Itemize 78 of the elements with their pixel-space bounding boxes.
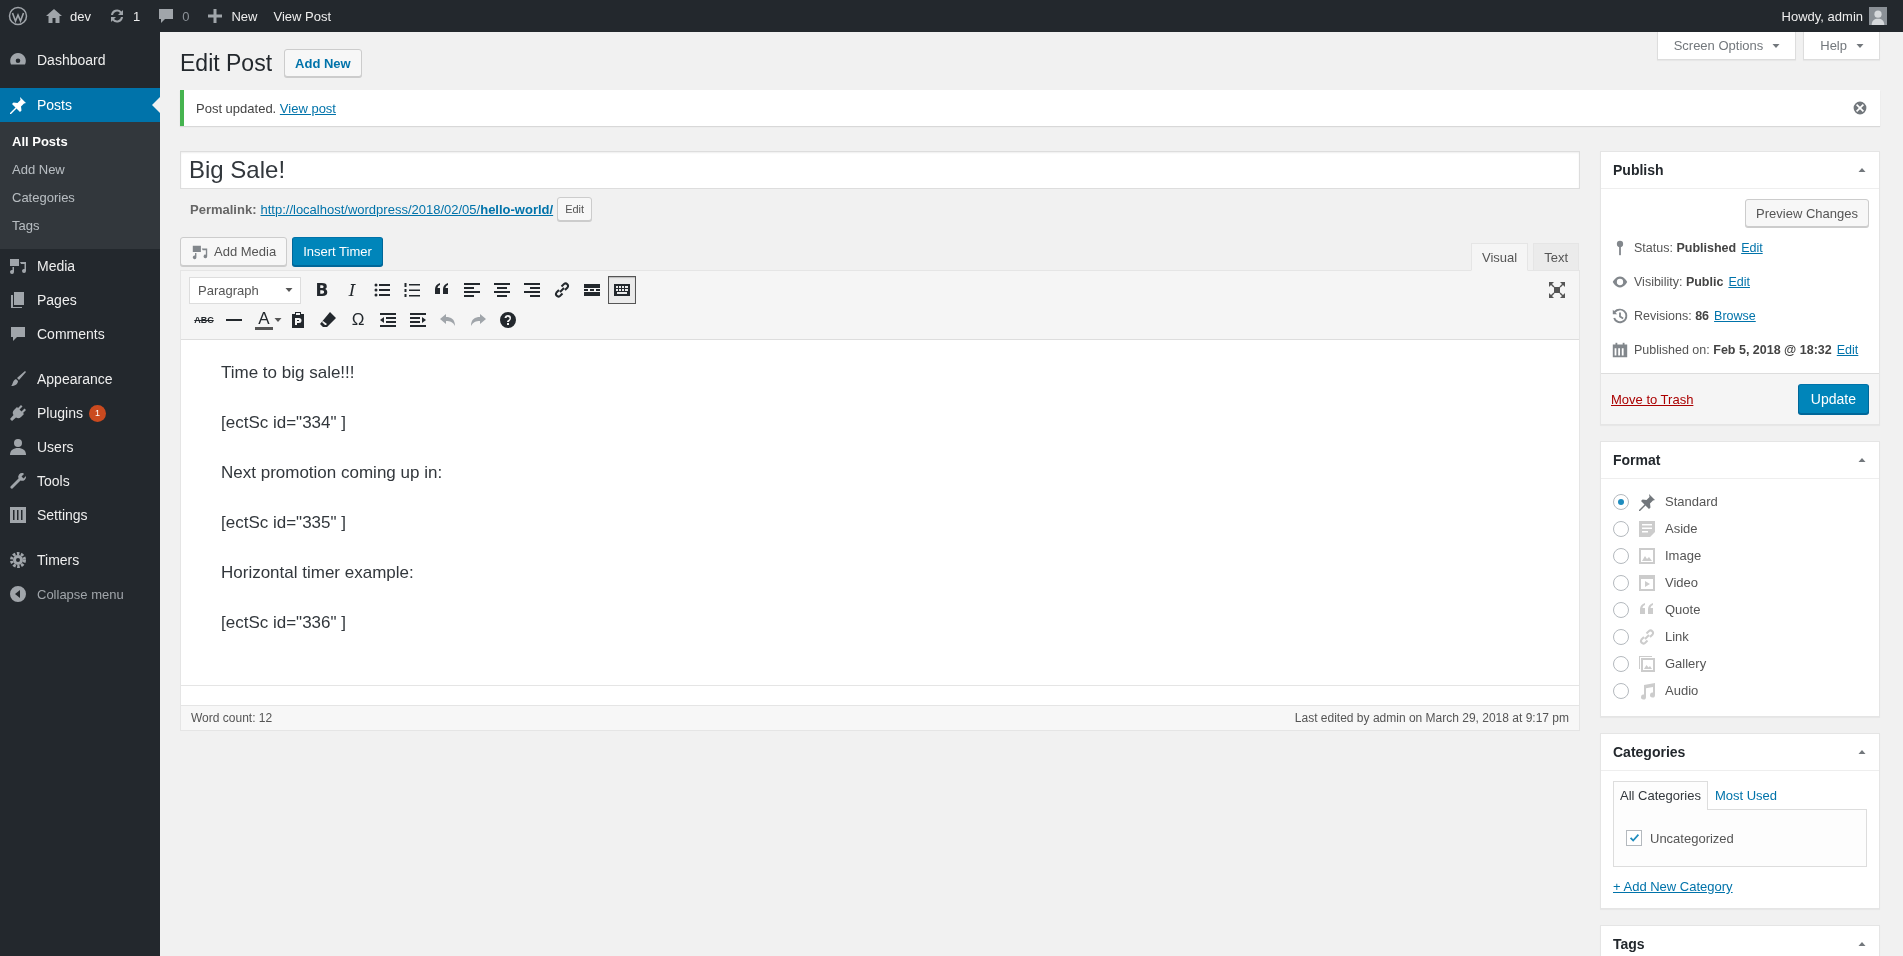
italic-button[interactable]: I — [337, 276, 367, 304]
text-color-button[interactable]: A — [249, 306, 279, 334]
format-label: Gallery — [1665, 656, 1707, 671]
update-button[interactable]: Update — [1797, 384, 1869, 414]
preview-changes-button[interactable]: Preview Changes — [1745, 199, 1869, 227]
add-media-button[interactable]: Add Media — [180, 237, 288, 266]
updates-link[interactable]: 1 — [98, 0, 149, 32]
format-label: Link — [1665, 629, 1689, 644]
publish-detail: Status: Published — [1634, 241, 1737, 255]
sidebar-item[interactable]: Comments — [0, 317, 160, 351]
publish-detail-link[interactable]: Edit — [1741, 241, 1763, 255]
publish-detail: Published on: Feb 5, 2018 @ 18:32 — [1634, 343, 1832, 357]
move-to-trash-link[interactable]: Move to Trash — [1611, 391, 1694, 407]
publish-detail: Revisions: 86 — [1634, 309, 1710, 323]
category-tab[interactable]: Most Used — [1707, 781, 1785, 809]
site-name-link[interactable]: dev — [36, 0, 99, 32]
sidebar-item[interactable]: Media — [0, 249, 160, 283]
category-tab[interactable]: All Categories — [1613, 781, 1708, 810]
box-title: Publish — [1613, 162, 1664, 178]
collapse-menu-button[interactable]: Collapse menu — [0, 577, 160, 611]
publish-detail-link[interactable]: Edit — [1728, 275, 1750, 289]
paragraph-text: [ectSc id="335" ] — [221, 512, 347, 534]
paragraph-text: Next promotion coming up in: — [221, 462, 444, 484]
sidebar-item[interactable]: Pages — [0, 283, 160, 317]
account-menu[interactable]: Howdy, admin — [1773, 0, 1895, 32]
format-label: Video — [1665, 575, 1698, 590]
sidebar-item[interactable]: Tools — [0, 464, 160, 498]
publish-detail-link[interactable]: Browse — [1714, 309, 1756, 323]
update-count-badge: 1 — [88, 404, 106, 422]
sidebar-item[interactable]: Settings — [0, 498, 160, 532]
add-new-button[interactable]: Add New — [284, 49, 362, 77]
format-label: Standard — [1665, 494, 1718, 509]
bold-button[interactable]: B — [307, 276, 337, 304]
paragraph-text: [ectSc id="336" ] — [221, 612, 347, 634]
notice-text: Post updated. View post — [196, 100, 336, 116]
insert-timer-button[interactable]: Insert Timer — [292, 237, 383, 266]
submenu-item[interactable]: Tags — [0, 213, 160, 241]
sidebar-item[interactable]: Timers — [0, 543, 160, 577]
format-label: Aside — [1665, 521, 1698, 536]
sidebar-item[interactable]: Dashboard — [0, 43, 160, 77]
box-title: Format — [1613, 452, 1661, 468]
editor-tab[interactable]: Text — [1533, 243, 1579, 270]
format-label: Image — [1665, 548, 1702, 563]
post-title-field[interactable]: Big Sale! — [180, 151, 1580, 189]
sidebar-item[interactable]: Appearance — [0, 362, 160, 396]
view-post-link[interactable]: View post — [279, 100, 336, 116]
category-label: Uncategorized — [1650, 830, 1734, 846]
screen-options-tab[interactable]: Screen Options — [1656, 32, 1797, 60]
page-title: Edit Post — [180, 49, 273, 77]
permalink-label: Permalink: — [190, 201, 257, 217]
help-tab[interactable]: Help — [1803, 32, 1880, 60]
format-label: Audio — [1665, 683, 1699, 698]
special-character-button[interactable]: Ω — [343, 306, 373, 334]
edit-permalink-button[interactable]: Edit — [557, 197, 593, 221]
sidebar-item[interactable]: Plugins 1 — [0, 396, 160, 430]
paragraph-text: Time to big sale!!! — [221, 362, 356, 384]
sidebar-item[interactable]: Users — [0, 430, 160, 464]
format-label: Quote — [1665, 602, 1701, 617]
paragraph-text: Horizontal timer example: — [221, 562, 415, 584]
word-count: Word count: 12 — [191, 711, 273, 725]
box-title: Tags — [1613, 936, 1645, 952]
strikethrough-button[interactable]: ABC — [189, 306, 219, 334]
new-content-link[interactable]: New — [197, 0, 266, 32]
publish-detail: Visibility: Public — [1634, 275, 1724, 289]
submenu-item[interactable]: Add New — [0, 157, 160, 185]
add-new-category-link[interactable]: + Add New Category — [1613, 879, 1733, 894]
submenu-item[interactable]: Categories — [0, 185, 160, 213]
editor-tab[interactable]: Visual — [1470, 243, 1529, 271]
submenu-item[interactable]: All Posts — [0, 129, 160, 157]
paragraph-text: [ectSc id="334" ] — [221, 412, 347, 434]
sidebar-item[interactable]: Posts — [0, 88, 160, 122]
comments-link[interactable]: 0 — [148, 0, 198, 32]
publish-detail-link[interactable]: Edit — [1836, 343, 1859, 357]
format-select[interactable]: Paragraph — [189, 276, 301, 304]
view-post-link[interactable]: View Post — [265, 0, 340, 32]
permalink-link[interactable]: http://localhost/wordpress/2018/02/05/hello-world/ — [260, 201, 554, 217]
last-edited-text: Last edited by admin on March 29, 2018 at 9:17 pm — [1294, 711, 1569, 725]
box-title: Categories — [1613, 744, 1686, 760]
